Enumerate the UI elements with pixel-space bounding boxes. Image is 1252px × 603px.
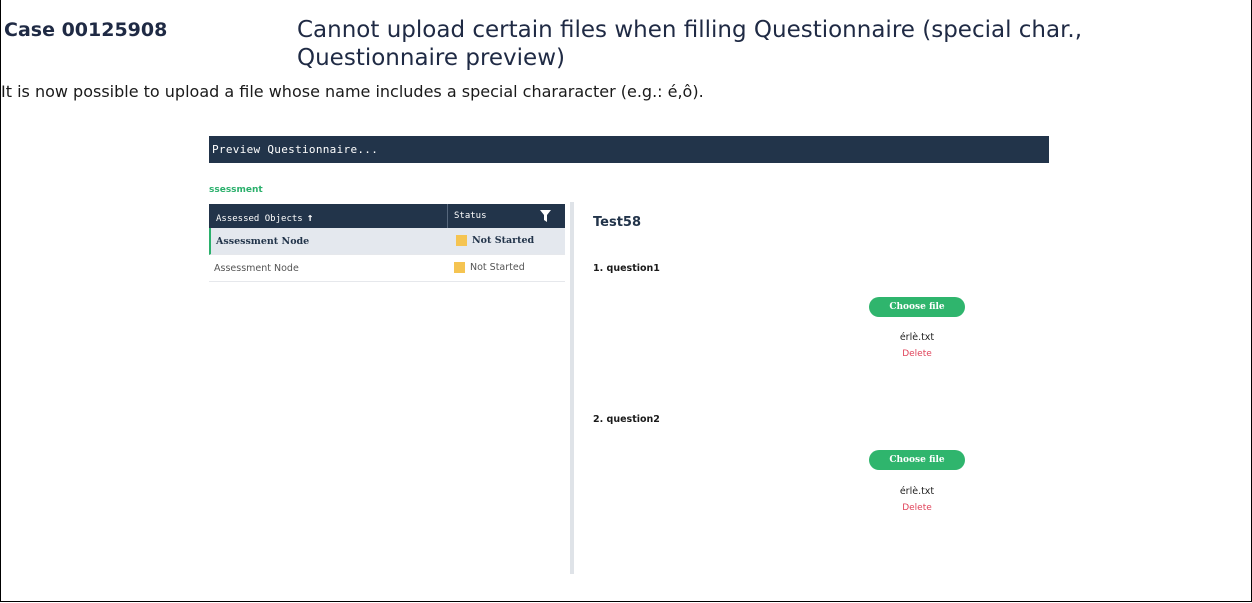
preview-screenshot: Preview Questionnaire... ssessment Asses… xyxy=(209,136,1049,576)
choose-file-button[interactable]: Choose file xyxy=(869,297,965,317)
table-header: Assessed Objects ↑ Status xyxy=(209,204,565,228)
choose-file-button[interactable]: Choose file xyxy=(869,450,965,470)
sort-arrow-icon[interactable]: ↑ xyxy=(307,211,314,224)
delete-link[interactable]: Delete xyxy=(869,349,965,359)
status-square-icon xyxy=(456,235,467,246)
row-status: Not Started xyxy=(456,235,534,246)
case-header: Case 00125908 Cannot upload certain file… xyxy=(0,0,1252,74)
column-header-assessed-objects[interactable]: Assessed Objects ↑ xyxy=(216,211,313,224)
preview-topbar: Preview Questionnaire... xyxy=(209,136,1049,163)
assessed-objects-table: Assessed Objects ↑ Status Assessment Node… xyxy=(209,204,565,282)
case-description: It is now possible to upload a file whos… xyxy=(1,82,704,101)
case-title: Cannot upload certain files when filling… xyxy=(297,17,1083,71)
row-name: Assessment Node xyxy=(214,263,299,274)
uploaded-file-name: érlè.txt xyxy=(899,332,935,343)
row-name: Assessment Node xyxy=(216,236,310,247)
uploaded-file-name: érlè.txt xyxy=(899,486,935,497)
delete-link[interactable]: Delete xyxy=(869,503,965,513)
table-row[interactable]: Assessment Node Not Started xyxy=(209,255,565,282)
case-id: Case 00125908 xyxy=(4,19,168,41)
preview-title: Preview Questionnaire... xyxy=(212,143,379,156)
row-status: Not Started xyxy=(454,262,525,273)
filter-icon[interactable] xyxy=(540,210,551,222)
column-divider xyxy=(447,204,448,228)
column-header-status[interactable]: Status xyxy=(454,211,487,221)
questionnaire-name: Test58 xyxy=(593,215,642,230)
question-label: 2. question2 xyxy=(593,414,660,425)
table-row[interactable]: Assessment Node Not Started xyxy=(209,228,565,255)
status-square-icon xyxy=(454,262,465,273)
panel-splitter[interactable] xyxy=(570,202,574,574)
question-label: 1. question1 xyxy=(593,263,660,274)
section-label: ssessment xyxy=(209,185,263,195)
